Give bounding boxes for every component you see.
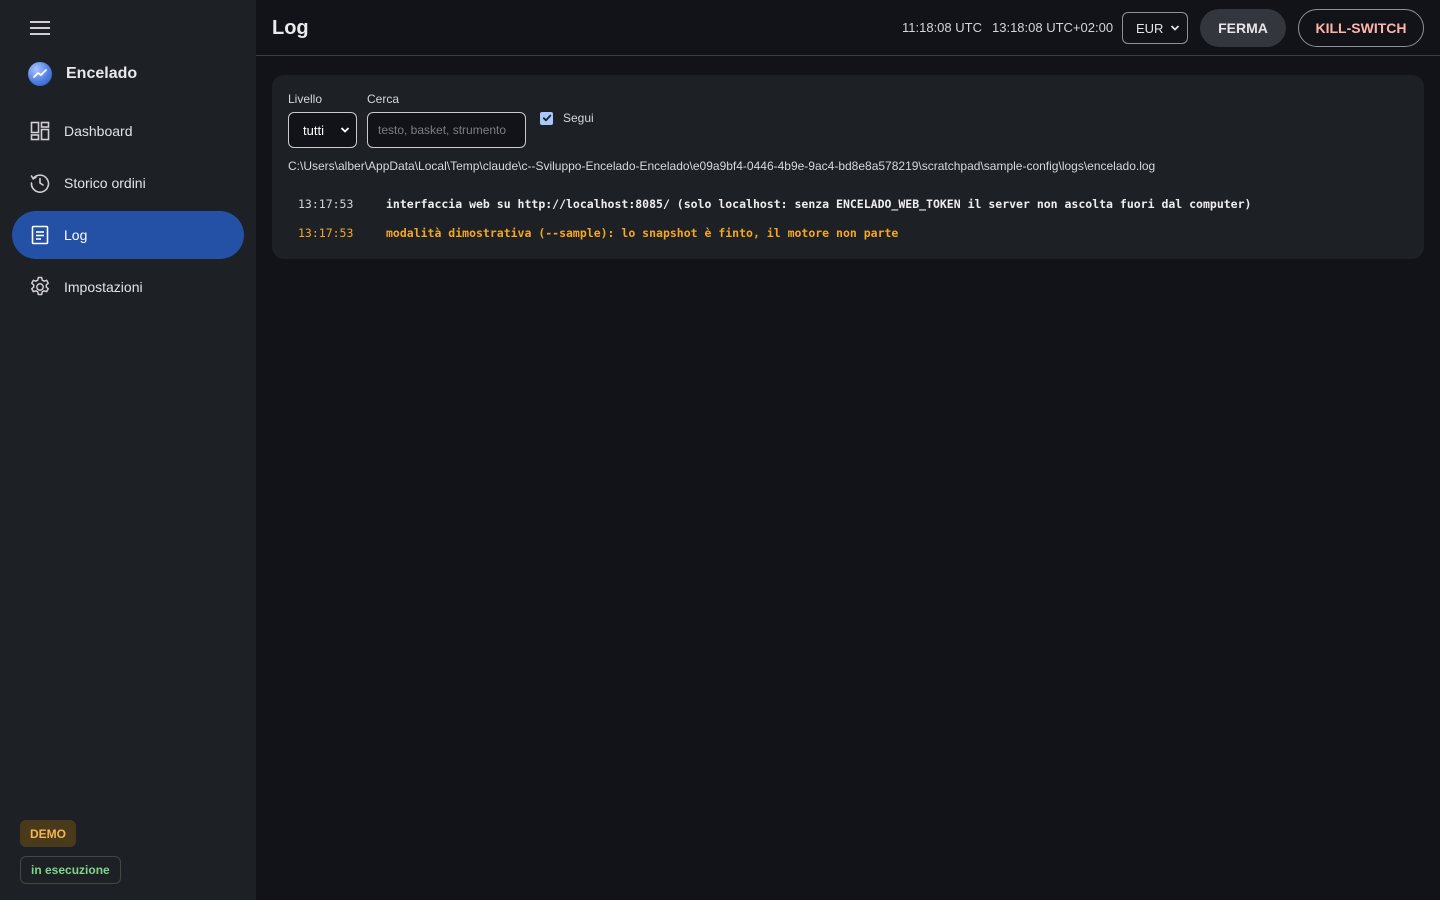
level-label: Livello [288,92,323,106]
log-list: 13:17:53 interfaccia web su http://local… [298,189,1251,247]
currency-select[interactable]: EUR [1122,12,1188,44]
search-input[interactable] [367,112,526,148]
follow-label: Segui [563,111,594,125]
menu-button[interactable] [20,10,60,46]
hamburger-icon [30,21,50,35]
sidebar-item-label: Dashboard [64,123,133,139]
sidebar-item-label: Impostazioni [64,279,143,295]
log-file-path: C:\Users\alber\AppData\Local\Temp\claude… [288,159,1156,173]
check-icon [542,114,551,122]
demo-badge: DEMO [20,820,76,847]
history-icon [28,171,52,195]
stop-button[interactable]: FERMA [1200,9,1286,47]
follow-toggle[interactable]: Segui [540,111,594,125]
kill-switch-button[interactable]: KILL-SWITCH [1298,9,1424,47]
sidebar-item-storico-ordini[interactable]: Storico ordini [12,159,244,207]
sidebar-item-label: Log [64,227,88,243]
utc-clock: 11:18:08 UTC [902,20,982,35]
logo-icon [28,62,52,86]
level-value: tutti [303,122,324,138]
dashboard-icon [28,119,52,143]
local-clock: 13:18:08 UTC+02:00 [992,20,1114,35]
currency-value: EUR [1136,20,1164,36]
nav: Dashboard Storico ordini Log Impostazion… [12,107,244,315]
log-card: Livello Cerca tutti Segui C:\Users\alber… [272,75,1424,259]
log-timestamp: 13:17:53 [298,225,354,240]
status-badge: in esecuzione [20,856,121,884]
level-select[interactable]: tutti [288,112,357,148]
log-line: 13:17:53 interfaccia web su http://local… [298,189,1251,218]
document-icon [28,223,52,247]
sidebar-item-impostazioni[interactable]: Impostazioni [12,263,244,311]
log-message: modalità dimostrativa (--sample): lo sna… [386,225,899,240]
sidebar-item-label: Storico ordini [64,175,146,191]
sidebar-item-dashboard[interactable]: Dashboard [12,107,244,155]
sidebar: Encelado Dashboard Storico ordini Log Im… [0,0,256,900]
page-title: Log [272,17,309,39]
follow-checkbox[interactable] [540,111,553,125]
log-message: interfaccia web su http://localhost:8085… [386,196,1252,211]
brand: Encelado [28,60,137,88]
app-name: Encelado [66,65,138,82]
chevron-down-icon [340,127,350,133]
chevron-down-icon [1170,25,1180,31]
gear-icon [28,275,52,299]
search-label: Cerca [367,92,400,106]
log-line-warning: 13:17:53 modalità dimostrativa (--sample… [298,218,1251,247]
top-bar: Log 11:18:08 UTC 13:18:08 UTC+02:00 EUR … [256,0,1440,56]
sidebar-item-log[interactable]: Log [12,211,244,259]
log-timestamp: 13:17:53 [298,196,354,211]
